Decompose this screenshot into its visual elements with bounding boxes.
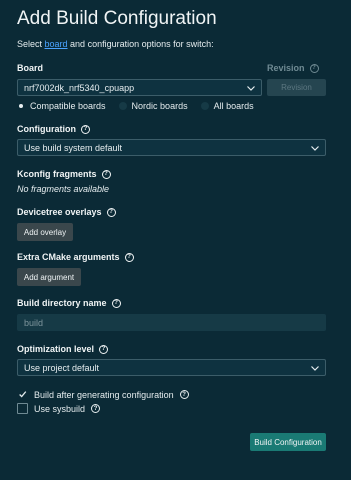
radio-nordic-boards[interactable]: Nordic boards xyxy=(118,101,188,111)
radio-unchecked-icon xyxy=(200,102,209,110)
checkmark-icon xyxy=(17,389,28,400)
radio-all-boards[interactable]: All boards xyxy=(200,101,254,111)
radio-label: Nordic boards xyxy=(131,101,188,111)
kconfig-label-text: Kconfig fragments xyxy=(17,169,97,179)
configuration-label: Configuration ? xyxy=(17,124,90,134)
help-icon[interactable]: ? xyxy=(81,124,90,134)
checkbox-unchecked-icon xyxy=(17,403,28,414)
radio-label: Compatible boards xyxy=(30,101,106,111)
build-dir-label-text: Build directory name xyxy=(17,298,107,308)
optimization-label-text: Optimization level xyxy=(17,344,95,354)
board-select-value: nrf7002dk_nrf5340_cpuapp xyxy=(24,82,135,93)
configuration-select[interactable]: Use build system default xyxy=(17,139,326,156)
revision-input[interactable]: Revision xyxy=(267,79,326,96)
chevron-down-icon xyxy=(247,83,255,93)
kconfig-label: Kconfig fragments ? xyxy=(17,169,111,179)
radio-label: All boards xyxy=(213,101,254,111)
help-icon[interactable]: ? xyxy=(106,207,116,217)
board-link[interactable]: board xyxy=(45,39,68,49)
chevron-down-icon xyxy=(311,363,319,373)
help-icon[interactable]: ? xyxy=(111,298,121,308)
cmake-label: Extra CMake arguments ? xyxy=(17,252,134,262)
radio-checked-icon xyxy=(17,102,25,110)
board-label: Board xyxy=(17,63,43,73)
optimization-select[interactable]: Use project default xyxy=(17,359,326,376)
help-icon[interactable]: ? xyxy=(309,63,319,73)
add-build-configuration-panel: Add Build Configuration Select board and… xyxy=(0,0,351,480)
sysbuild-checkbox[interactable]: Use sysbuild ? xyxy=(17,403,101,414)
build-after-checkbox[interactable]: Build after generating configuration ? xyxy=(17,389,189,400)
help-icon[interactable]: ? xyxy=(91,404,101,413)
build-configuration-button[interactable]: Build Configuration xyxy=(250,433,326,451)
radio-unchecked-icon xyxy=(118,102,127,110)
devicetree-label: Devicetree overlays ? xyxy=(17,207,116,217)
subtitle-prefix: Select xyxy=(17,39,45,49)
devicetree-label-text: Devicetree overlays xyxy=(17,207,102,217)
add-argument-button[interactable]: Add argument xyxy=(17,268,81,286)
build-dir-label: Build directory name ? xyxy=(17,298,121,308)
subtitle: Select board and configuration options f… xyxy=(17,39,214,49)
configuration-label-text: Configuration xyxy=(17,124,76,134)
optimization-label: Optimization level ? xyxy=(17,344,109,354)
board-filter-group: Compatible boards Nordic boards All boar… xyxy=(17,101,254,111)
build-dir-input[interactable]: build xyxy=(17,314,326,331)
page-title: Add Build Configuration xyxy=(17,8,217,29)
chevron-down-icon xyxy=(311,143,319,153)
revision-label-text: Revision xyxy=(267,63,305,73)
configuration-select-value: Use build system default xyxy=(24,142,123,153)
revision-label: Revision ? xyxy=(267,63,319,73)
help-icon[interactable]: ? xyxy=(99,344,109,354)
board-select[interactable]: nrf7002dk_nrf5340_cpuapp xyxy=(17,79,262,96)
cmake-label-text: Extra CMake arguments xyxy=(17,252,120,262)
board-label-text: Board xyxy=(17,63,44,73)
sysbuild-label: Use sysbuild xyxy=(34,403,86,414)
kconfig-empty-text: No fragments available xyxy=(17,184,110,194)
help-icon[interactable]: ? xyxy=(124,252,134,262)
optimization-select-value: Use project default xyxy=(24,362,100,373)
subtitle-suffix: and configuration options for switch: xyxy=(67,39,214,49)
radio-compatible-boards[interactable]: Compatible boards xyxy=(17,101,106,111)
build-after-label: Build after generating configuration xyxy=(34,389,174,400)
add-overlay-button[interactable]: Add overlay xyxy=(17,223,73,241)
help-icon[interactable]: ? xyxy=(179,390,189,399)
help-icon[interactable]: ? xyxy=(101,169,111,179)
